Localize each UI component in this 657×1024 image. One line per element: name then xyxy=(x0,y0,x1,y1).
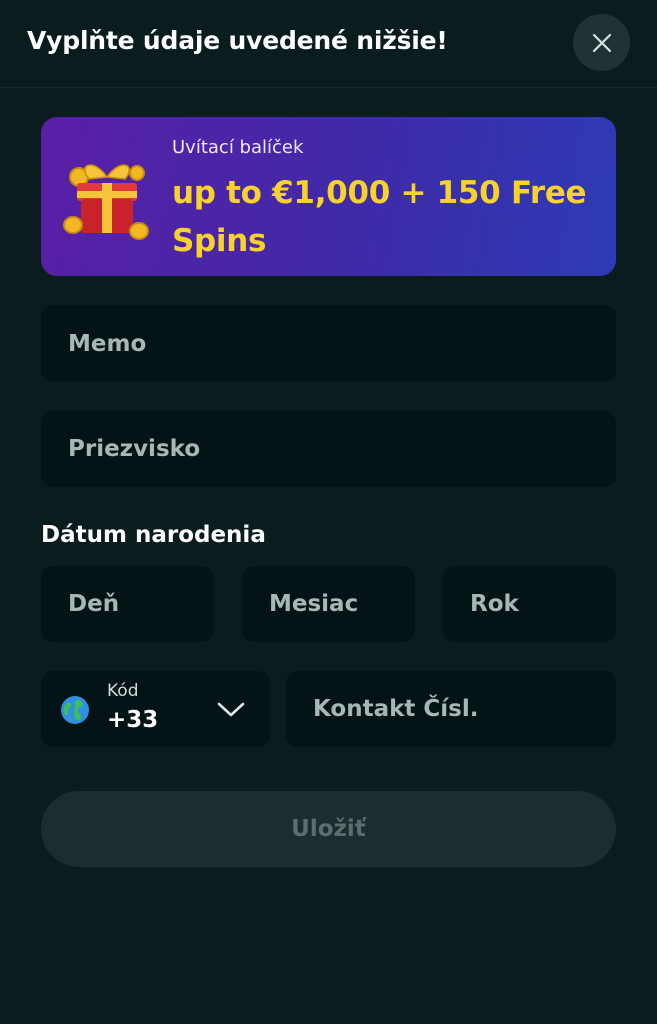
last-name-input[interactable]: Priezvisko xyxy=(41,411,616,487)
birth-year-placeholder: Rok xyxy=(470,591,519,617)
banner-label: Uvítací balíček xyxy=(172,137,304,158)
save-button[interactable]: Uložiť xyxy=(41,791,616,867)
save-button-label: Uložiť xyxy=(291,816,366,842)
birth-year-input[interactable]: Rok xyxy=(443,566,616,642)
modal-title: Vyplňte údaje uvedené nižšie! xyxy=(27,26,448,55)
banner-offer: up to €1,000 + 150 Free Spins xyxy=(172,175,587,259)
last-name-placeholder: Priezvisko xyxy=(68,436,201,462)
country-code-label: Kód xyxy=(107,681,139,701)
country-code-value: +33 xyxy=(107,707,159,733)
globe-icon xyxy=(61,696,89,724)
close-button[interactable] xyxy=(573,14,630,71)
phone-number-placeholder: Kontakt Čísl. xyxy=(313,696,479,722)
birth-month-input[interactable]: Mesiac xyxy=(242,566,415,642)
close-icon xyxy=(592,33,611,52)
first-name-input[interactable]: Memo xyxy=(41,305,616,382)
registration-modal: Vyplňte údaje uvedené nižšie! Uvítací ba… xyxy=(0,0,657,1024)
birth-day-placeholder: Deň xyxy=(68,591,120,617)
welcome-bonus-banner[interactable]: Uvítací balíček up to €1,000 + 150 Free … xyxy=(41,117,616,276)
country-code-select[interactable]: Kód +33 xyxy=(41,671,270,747)
phone-number-input[interactable]: Kontakt Čísl. xyxy=(286,671,616,747)
first-name-placeholder: Memo xyxy=(68,330,147,357)
birth-day-input[interactable]: Deň xyxy=(41,566,214,642)
gift-box-icon xyxy=(63,164,149,240)
chevron-down-icon xyxy=(217,702,245,717)
birth-date-label: Dátum narodenia xyxy=(41,522,266,548)
modal-header: Vyplňte údaje uvedené nižšie! xyxy=(0,0,657,88)
birth-month-placeholder: Mesiac xyxy=(269,591,359,617)
